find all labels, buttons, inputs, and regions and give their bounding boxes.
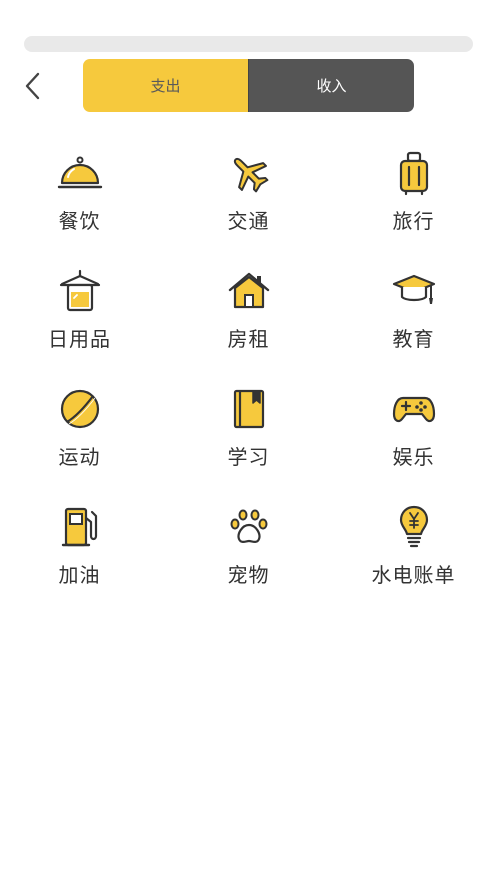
back-button[interactable] <box>18 68 48 104</box>
graduation-cap-icon <box>392 274 435 304</box>
category-utilities[interactable]: 水电账单 <box>334 504 493 622</box>
category-sports[interactable]: 运动 <box>0 386 164 504</box>
category-label: 教育 <box>392 327 435 351</box>
tab-income[interactable]: 收入 <box>248 59 414 112</box>
category-rent[interactable]: 房租 <box>164 268 333 386</box>
category-label: 旅行 <box>392 209 435 233</box>
airplane-icon <box>233 157 268 193</box>
house-icon <box>228 272 269 309</box>
category-label: 餐饮 <box>58 209 101 233</box>
ball-icon <box>60 389 99 429</box>
category-transport[interactable]: 交通 <box>164 150 333 268</box>
food-cloche-icon <box>57 156 102 189</box>
fuel-pump-icon <box>61 507 97 547</box>
category-study[interactable]: 学习 <box>164 386 333 504</box>
category-entertainment[interactable]: 娱乐 <box>334 386 493 504</box>
category-pets[interactable]: 宠物 <box>164 504 333 622</box>
tab-expense[interactable]: 支出 <box>83 59 248 112</box>
category-daily-goods[interactable]: 日用品 <box>0 268 164 386</box>
top-strip <box>24 36 473 52</box>
category-label: 娱乐 <box>392 445 435 469</box>
type-toggle: 支出 收入 <box>83 59 414 112</box>
category-label: 日用品 <box>48 327 111 351</box>
category-education[interactable]: 教育 <box>334 268 493 386</box>
gamepad-icon <box>392 396 435 423</box>
category-travel[interactable]: 旅行 <box>334 150 493 268</box>
category-food[interactable]: 餐饮 <box>0 150 164 268</box>
luggage-icon <box>399 151 428 196</box>
towel-rack-icon <box>59 269 100 312</box>
category-label: 运动 <box>58 445 101 469</box>
lightbulb-icon <box>399 505 428 548</box>
category-label: 学习 <box>227 445 270 469</box>
category-grid: 餐饮 交通 旅行 日用品 房租 教育 运动 学习 娱乐 加油 宠物 水电账单 <box>0 150 497 622</box>
category-label: 加油 <box>58 563 101 587</box>
category-label: 交通 <box>227 209 270 233</box>
category-label: 房租 <box>227 327 270 351</box>
category-fuel[interactable]: 加油 <box>0 504 164 622</box>
category-label: 水电账单 <box>371 563 456 587</box>
paw-icon <box>230 509 267 543</box>
book-icon <box>233 389 264 429</box>
category-label: 宠物 <box>227 563 270 587</box>
chevron-left-icon <box>25 72 40 100</box>
